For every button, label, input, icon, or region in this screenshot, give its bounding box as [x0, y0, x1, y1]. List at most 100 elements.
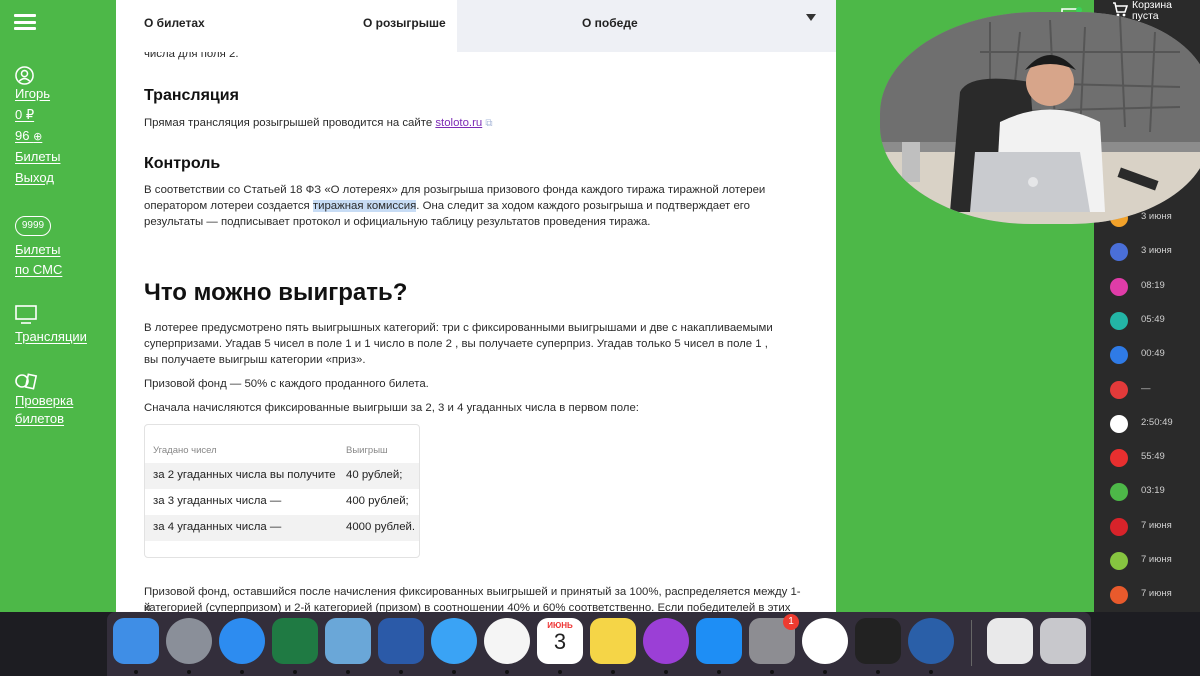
table-row: за 4 угаданных числа — 4000 рублей.	[145, 515, 419, 541]
running-indicator	[770, 670, 774, 674]
running-indicator	[240, 670, 244, 674]
draw-time: 00:49	[1141, 348, 1165, 360]
lottery-6of36-icon	[1110, 586, 1128, 605]
lottery-top3-icon	[1110, 277, 1128, 296]
draw-row[interactable]: 03:19	[1108, 482, 1194, 502]
control-heading: Контроль	[144, 155, 221, 172]
draw-time: 03:19	[1141, 485, 1165, 497]
lottery-zodiac-icon	[1110, 414, 1128, 433]
lottery-top3-red-icon	[1110, 449, 1128, 468]
final-cut-icon[interactable]	[855, 618, 901, 664]
bonus-value: 96	[15, 128, 30, 143]
table-cell-guessed: за 4 угаданных числа —	[153, 521, 282, 533]
table-header-prize: Выигрыш	[346, 445, 388, 456]
table-cell-guessed: за 3 угаданных числа —	[153, 495, 282, 507]
draw-row[interactable]: 2:50:49	[1108, 414, 1194, 434]
finder-icon[interactable]	[113, 618, 159, 664]
bonus-link[interactable]: 96 ⊕	[15, 128, 42, 145]
draw-row[interactable]: 7 июня	[1108, 517, 1194, 537]
sms-badge-icon: 9999	[15, 216, 51, 236]
broadcasts-link[interactable]: Трансляции	[15, 329, 87, 345]
logout-link[interactable]: Выход	[15, 170, 54, 186]
running-indicator	[611, 670, 615, 674]
draw-time: 05:49	[1141, 313, 1165, 325]
broadcast-heading: Трансляция	[144, 87, 239, 104]
control-line-2-pre: оператором лотереи создается	[144, 200, 313, 212]
draw-row[interactable]: 05:49	[1108, 311, 1194, 331]
draw-row[interactable]: 7 июня	[1108, 551, 1194, 571]
hamburger-menu-icon[interactable]	[14, 14, 36, 30]
table-header-guessed: Угадано чисел	[153, 445, 217, 456]
lottery-keno-icon	[1110, 483, 1128, 502]
running-indicator	[664, 670, 668, 674]
draw-time: 7 июня	[1141, 519, 1172, 531]
win-p2: Призовой фонд — 50% с каждого проданного…	[144, 378, 429, 390]
running-indicator	[717, 670, 721, 674]
chrome-icon[interactable]	[802, 618, 848, 664]
running-indicator	[134, 670, 138, 674]
draw-time: 3 июня	[1141, 245, 1172, 257]
highlighted-selection: тиражная комиссия	[312, 200, 417, 212]
win-p3: Сначала начисляются фиксированные выигры…	[144, 402, 639, 414]
tab-about-victory[interactable]: О победе	[582, 0, 638, 52]
ticket-check-icon	[15, 373, 38, 390]
preview-icon[interactable]	[325, 618, 371, 664]
dock-separator	[971, 620, 972, 666]
draw-row[interactable]: 7 июня	[1108, 585, 1194, 605]
table-row: за 3 угаданных числа — 400 рублей;	[145, 489, 419, 515]
running-indicator	[929, 670, 933, 674]
bonus-icon: ⊕	[33, 131, 43, 143]
sms-tickets-link-line2[interactable]: по СМС	[15, 262, 62, 278]
table-cell-prize: 400 рублей;	[346, 495, 409, 507]
app-store-icon[interactable]	[696, 618, 742, 664]
tab-bar: О билетах О розыгрыше О победе	[116, 0, 836, 52]
sms-tickets-link-line1[interactable]: Билеты	[15, 242, 60, 258]
tickets-link[interactable]: Билеты	[15, 149, 60, 165]
running-indicator	[558, 670, 562, 674]
external-link-icon: ⧉	[485, 118, 493, 129]
draw-row[interactable]: 55:49	[1108, 448, 1194, 468]
balance-link[interactable]: 0 ₽	[15, 107, 34, 123]
excel-icon[interactable]	[272, 618, 318, 664]
launchpad-icon[interactable]	[166, 618, 212, 664]
left-sidebar: Игорь 0 ₽ 96 ⊕ Билеты Выход 9999 Билеты …	[0, 0, 116, 612]
messages-icon[interactable]	[431, 618, 477, 664]
tab-about-tickets[interactable]: О билетах	[144, 0, 205, 52]
running-indicator	[399, 670, 403, 674]
lottery-duel-icon	[1110, 311, 1128, 330]
win-p1-line-3: вы получаете выигрыш категории «приз».	[144, 354, 366, 366]
control-line-3: результаты — подписывает протокол и офиц…	[144, 216, 651, 228]
safari-icon[interactable]	[219, 618, 265, 664]
win-p1-line-2: суперпризами. Угадав 5 чисел в поле 1 и …	[144, 338, 768, 350]
word-icon[interactable]	[378, 618, 424, 664]
prize-table: Угадано чисел Выигрыш за 2 угаданных чис…	[144, 424, 420, 558]
cart-label-line2: пуста	[1132, 10, 1159, 22]
calendar-icon[interactable]: ИЮНЬ 3	[537, 618, 583, 664]
system-preferences-icon[interactable]: 1	[749, 614, 799, 664]
notes-icon[interactable]	[590, 618, 636, 664]
check-tickets-link-line1[interactable]: Проверка	[15, 393, 73, 409]
draw-row[interactable]: —	[1108, 380, 1194, 400]
check-tickets-link-line2[interactable]: билетов	[15, 411, 64, 427]
running-indicator	[505, 670, 509, 674]
draw-time: 7 июня	[1141, 588, 1172, 600]
lottery-2x2-icon	[1110, 380, 1128, 399]
draw-row[interactable]: 00:49	[1108, 345, 1194, 365]
sms-badge-text: 9999	[21, 220, 45, 231]
chevron-down-icon[interactable]	[806, 14, 816, 21]
bottom-line-2: категорией (суперпризом) и 2-й категорие…	[144, 602, 791, 612]
draw-row[interactable]: 08:19	[1108, 277, 1194, 297]
cart-label: Корзина пуста	[1132, 0, 1192, 22]
photos-icon[interactable]	[484, 618, 530, 664]
table-cell-prize: 4000 рублей.	[346, 521, 416, 533]
user-name-link[interactable]: Игорь	[15, 86, 50, 102]
music-icon[interactable]	[987, 618, 1033, 664]
podcasts-icon[interactable]	[643, 618, 689, 664]
user-icon	[15, 66, 34, 85]
draw-row[interactable]: 3 июня	[1108, 242, 1194, 262]
stoloto-link[interactable]: stoloto.ru	[435, 117, 482, 129]
quicktime-icon[interactable]	[908, 618, 954, 664]
trash-icon[interactable]	[1040, 618, 1086, 664]
notification-badge: 1	[783, 614, 799, 630]
tab-about-draw[interactable]: О розыгрыше	[363, 0, 446, 52]
